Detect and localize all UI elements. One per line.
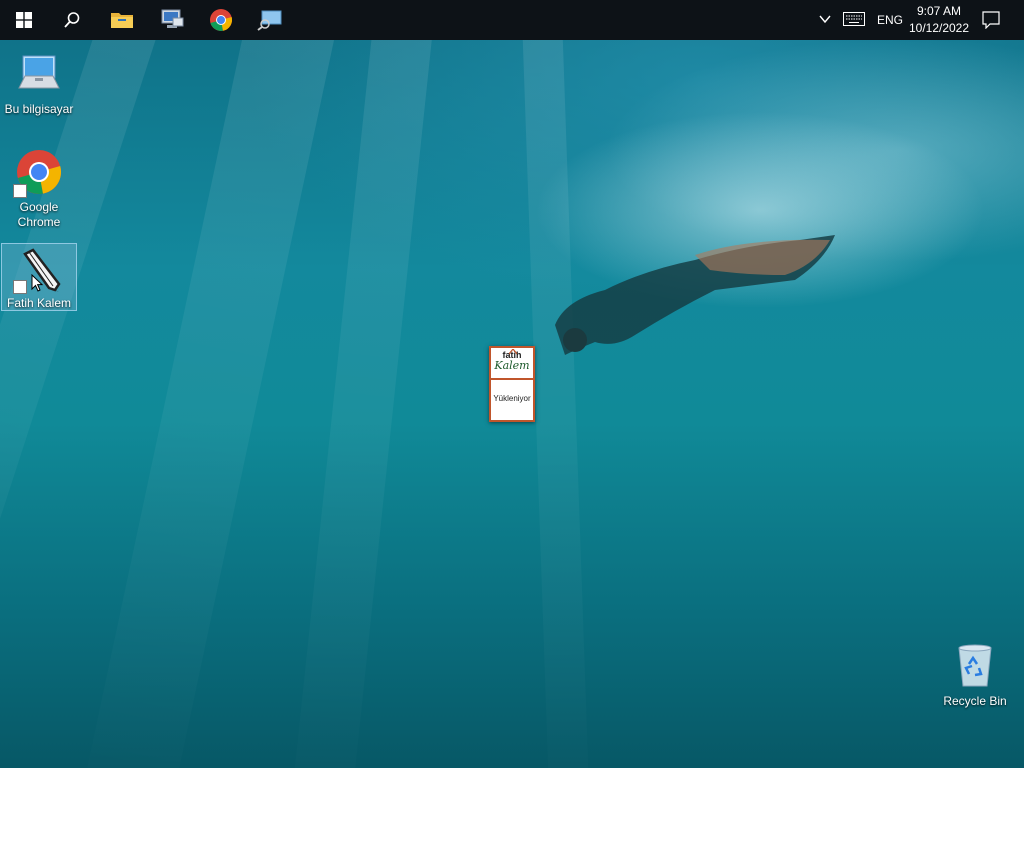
network-app-button[interactable] bbox=[148, 0, 196, 40]
desktop-icon-label: Recycle Bin bbox=[943, 694, 1007, 708]
start-button[interactable] bbox=[0, 0, 48, 40]
logo-accent-icon bbox=[509, 349, 517, 355]
search-icon bbox=[64, 12, 80, 28]
desktop-icon-fatih-kalem[interactable]: Fatih Kalem bbox=[1, 243, 77, 311]
chevron-up-icon bbox=[819, 15, 831, 24]
fatih-kalem-logo: fatih Kalem bbox=[491, 348, 533, 380]
action-center-button[interactable] bbox=[982, 11, 1000, 34]
desktop-icon-label: Google Chrome bbox=[17, 200, 61, 229]
mouse-cursor-icon bbox=[31, 274, 44, 292]
touch-keyboard-button[interactable] bbox=[843, 12, 865, 31]
desktop-icon-recycle-bin[interactable]: Recycle Bin bbox=[937, 638, 1013, 709]
shortcut-arrow-icon bbox=[13, 280, 27, 294]
recycle-bin-icon bbox=[958, 644, 992, 687]
computer-network-icon bbox=[161, 9, 184, 28]
desktop-icon-label: Fatih Kalem bbox=[6, 296, 72, 310]
desktop-icon-label: Bu bilgisayar bbox=[4, 102, 74, 116]
shortcut-arrow-icon bbox=[13, 184, 27, 198]
search-button[interactable] bbox=[48, 0, 96, 40]
logo-brand-bottom: Kalem bbox=[494, 359, 530, 372]
clock-time: 9:07 AM bbox=[916, 4, 962, 18]
monitor-search-icon bbox=[257, 10, 282, 31]
taskbar: ENG 9:07 AM 10/12/2022 bbox=[0, 0, 1024, 40]
remote-app-button[interactable] bbox=[246, 0, 294, 40]
this-pc-icon bbox=[18, 55, 60, 89]
chrome-taskbar-button[interactable] bbox=[197, 0, 245, 40]
folder-icon bbox=[111, 13, 133, 28]
keyboard-icon bbox=[843, 12, 865, 26]
desktop-icon-google-chrome[interactable]: Google Chrome bbox=[1, 144, 77, 230]
taskbar-clock[interactable]: 9:07 AM 10/12/2022 bbox=[904, 3, 974, 37]
desktop-icon-this-pc[interactable]: Bu bilgisayar bbox=[1, 46, 77, 117]
chrome-icon bbox=[210, 9, 233, 31]
show-hidden-icons-button[interactable] bbox=[818, 12, 832, 31]
file-explorer-button[interactable] bbox=[98, 0, 146, 40]
loading-status-text: Yükleniyor bbox=[493, 394, 531, 403]
windows-logo-icon bbox=[16, 12, 32, 28]
input-language-indicator[interactable]: ENG bbox=[877, 13, 903, 27]
notification-icon bbox=[982, 11, 1000, 30]
diver-silhouette bbox=[555, 235, 835, 355]
light-ray bbox=[520, 0, 592, 860]
clock-date: 10/12/2022 bbox=[908, 21, 970, 35]
fatih-kalem-splash-window: fatih Kalem Yükleniyor bbox=[489, 346, 535, 422]
